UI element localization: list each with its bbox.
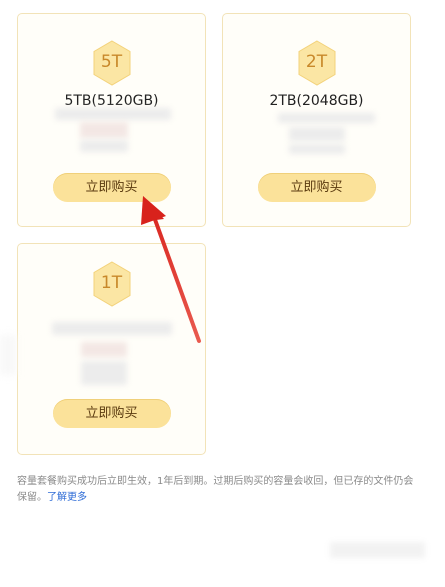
buy-now-button[interactable]: 立即购买 [52, 173, 171, 202]
plan-card-1t[interactable]: 1T 立即购买 [17, 243, 206, 455]
plan-name: 2TB(2048GB) [269, 93, 364, 109]
badge-label: 2T [305, 52, 328, 72]
plan-card-2t[interactable]: 2T 2TB(2048GB) 立即购买 [222, 13, 411, 227]
hexagon-badge-icon: 5T [92, 40, 132, 86]
blurred-content [289, 127, 345, 141]
hexagon-badge-icon: 2T [297, 40, 337, 86]
badge-label: 5T [100, 52, 123, 72]
blurred-content [81, 361, 127, 385]
footnote: 容量套餐购买成功后立即生效，1年后到期。过期后购买的容量会收回，但已存的文件仍会… [17, 474, 417, 506]
blurred-content [289, 144, 345, 154]
plan-card-5t[interactable]: 5T 5TB(5120GB) 立即购买 [17, 13, 206, 227]
blurred-content [52, 322, 172, 335]
buy-now-button[interactable]: 立即购买 [52, 399, 171, 428]
edge-fade [0, 335, 16, 375]
blurred-content [81, 342, 127, 357]
blurred-content [55, 108, 171, 120]
plan-name: 5TB(5120GB) [64, 93, 159, 109]
blurred-content [80, 140, 128, 152]
blurred-content [80, 122, 128, 138]
learn-more-link[interactable]: 了解更多 [47, 492, 87, 503]
badge-label: 1T [100, 273, 123, 293]
storage-plans-page: 5T 5TB(5120GB) 立即购买 2T 2TB(2048GB) 立即购买 … [0, 0, 445, 587]
buy-now-button[interactable]: 立即购买 [257, 173, 376, 202]
hexagon-badge-icon: 1T [92, 261, 132, 307]
blurred-watermark [330, 542, 425, 558]
blurred-content [278, 113, 375, 123]
